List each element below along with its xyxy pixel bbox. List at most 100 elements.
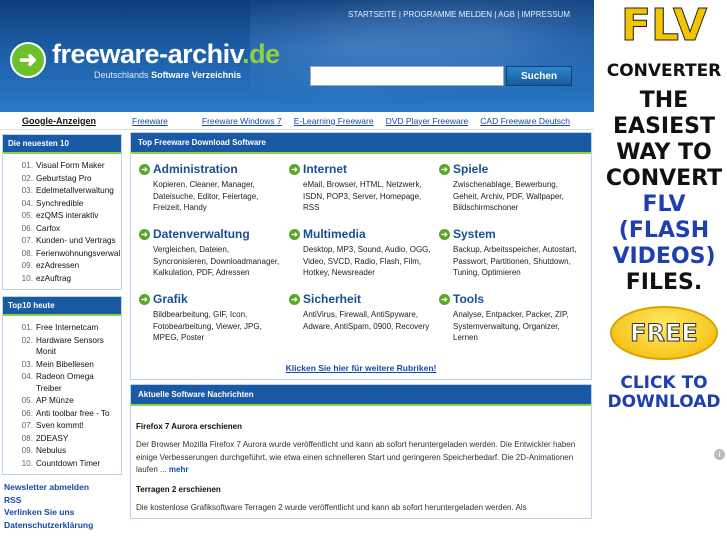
ad-link-bar: Google-Anzeigen Freeware Freeware Window… bbox=[0, 112, 594, 130]
list-item[interactable]: 02. Hardware Sensors Monit bbox=[3, 335, 121, 359]
item-number: 06. bbox=[21, 408, 33, 418]
list-item[interactable]: 07. Sven kommt! bbox=[3, 420, 121, 433]
item-number: 09. bbox=[21, 446, 33, 455]
ad-link-freeware[interactable]: Freeware bbox=[132, 116, 168, 126]
category-desc: eMail, Browser, HTML, Netzwerk, ISDN, PO… bbox=[303, 180, 422, 212]
category-title[interactable]: Grafik bbox=[153, 292, 188, 306]
list-item[interactable]: 09. Nebulus bbox=[3, 445, 121, 458]
list-item[interactable]: 01. Free Internetcam bbox=[3, 322, 121, 335]
item-link[interactable]: Kunden- und Vertrags bbox=[36, 235, 116, 248]
list-item[interactable]: 05. AP Münze bbox=[3, 395, 121, 408]
list-item[interactable]: 02. Geburtstag Pro bbox=[3, 173, 121, 186]
list-item[interactable]: 10. ezAuftrag bbox=[3, 273, 121, 286]
category-tools[interactable]: ➜ Tools Analyse, Entpacker, Packer, ZIP, S… bbox=[439, 292, 589, 357]
news-box: Aktuelle Software Nachrichten Firefox 7 … bbox=[130, 384, 592, 519]
list-item[interactable]: 08. 2DEASY bbox=[3, 433, 121, 446]
item-link[interactable]: Carfox bbox=[36, 223, 60, 236]
news-item-title[interactable]: Firefox 7 Aurora erschienen bbox=[136, 422, 586, 431]
link-to-us-link[interactable]: Verlinken Sie uns bbox=[4, 506, 120, 519]
item-link[interactable]: 2DEASY bbox=[36, 433, 68, 446]
item-link[interactable]: Ferienwohnungsverwal bbox=[36, 248, 120, 261]
item-link[interactable]: Nebulus bbox=[36, 445, 66, 458]
flv-converter-ad[interactable]: FLV CONVERTER THE EASIEST WAY TO CONVERT… bbox=[601, 0, 727, 462]
news-item-text: Der Browser Mozilla Firefox 7 Aurora wur… bbox=[136, 439, 586, 477]
site-header: STARTSEITE | PROGRAMME MELDEN | AGB | IM… bbox=[0, 0, 594, 112]
item-link[interactable]: Geburtstag Pro bbox=[36, 173, 92, 186]
news-item-body: Der Browser Mozilla Firefox 7 Aurora wur… bbox=[136, 440, 576, 474]
list-item[interactable]: 04. Synchredible bbox=[3, 198, 121, 211]
category-title[interactable]: Datenverwaltung bbox=[153, 227, 250, 241]
list-item[interactable]: 06. Anti toolbar free - To bbox=[3, 408, 121, 421]
google-ads-label[interactable]: Google-Anzeigen bbox=[0, 116, 118, 126]
list-item[interactable]: 07. Kunden- und Vertrags bbox=[3, 235, 121, 248]
item-link[interactable]: Mein Bibellesen bbox=[36, 359, 94, 372]
category-title[interactable]: Spiele bbox=[453, 162, 488, 176]
category-spiele[interactable]: ➜ Spiele Zwischenablage, Bewerbung, Geheit… bbox=[439, 162, 589, 227]
item-link[interactable]: Free Internetcam bbox=[36, 322, 98, 335]
ad-link-cad[interactable]: CAD Freeware Deutsch bbox=[480, 116, 570, 126]
category-title[interactable]: System bbox=[453, 227, 496, 241]
category-title[interactable]: Multimedia bbox=[303, 227, 366, 241]
more-rubrics-link[interactable]: Klicken Sie hier für weitere Rubriken! bbox=[286, 363, 437, 373]
item-number: 01. bbox=[21, 161, 33, 170]
privacy-link[interactable]: Datenschutzerklärung bbox=[4, 519, 120, 532]
list-item[interactable]: 09. ezAdressen bbox=[3, 260, 121, 273]
list-item[interactable]: 10. Countdown Timer bbox=[3, 458, 121, 471]
top-nav-links[interactable]: STARTSEITE | PROGRAMME MELDEN | AGB | IM… bbox=[348, 10, 570, 19]
search-input[interactable] bbox=[310, 66, 504, 86]
category-title[interactable]: Sicherheit bbox=[303, 292, 361, 306]
category-datenverwaltung[interactable]: ➜ Datenverwaltung Vergleichen, Dateien, Sy… bbox=[139, 227, 289, 292]
item-link[interactable]: Hardware Sensors Monit bbox=[36, 335, 121, 359]
item-link[interactable]: Countdown Timer bbox=[36, 458, 100, 471]
item-link[interactable]: Edelmetallverwaltung bbox=[36, 185, 114, 198]
ad-info-icon[interactable]: i bbox=[714, 449, 725, 460]
item-link[interactable]: Radeon Omega Treiber bbox=[36, 371, 121, 395]
item-number: 10. bbox=[21, 273, 33, 283]
list-item[interactable]: 08. Ferienwohnungsverwal bbox=[3, 248, 121, 261]
logo-tld: .de bbox=[242, 39, 280, 69]
item-link[interactable]: Sven kommt! bbox=[36, 420, 84, 433]
tagline-prefix: Deutschlands bbox=[94, 70, 149, 80]
arrow-icon: ➜ bbox=[289, 293, 300, 305]
category-grafik[interactable]: ➜ Grafik Bildbearbeitung, GIF, Icon, Fotob… bbox=[139, 292, 289, 357]
item-link[interactable]: AP Münze bbox=[36, 395, 74, 408]
list-item[interactable]: 06. Carfox bbox=[3, 223, 121, 236]
news-title: Aktuelle Software Nachrichten bbox=[131, 385, 591, 406]
item-link[interactable]: Visual Form Maker bbox=[36, 160, 105, 173]
category-title[interactable]: Administration bbox=[153, 162, 238, 176]
newsletter-unsubscribe-link[interactable]: Newsletter abmelden bbox=[4, 481, 120, 494]
item-link[interactable]: ezAdressen bbox=[36, 260, 79, 273]
item-link[interactable]: Anti toolbar free - To bbox=[36, 408, 110, 421]
ad-free-badge[interactable]: FREE bbox=[610, 306, 718, 360]
news-item-title[interactable]: Terragen 2 erschienen bbox=[136, 485, 586, 494]
category-sicherheit[interactable]: ➜ Sicherheit AntiVirus, Firewall, AntiSpyw… bbox=[289, 292, 439, 357]
search-button[interactable]: Suchen bbox=[506, 66, 572, 86]
list-item[interactable]: 03. Mein Bibellesen bbox=[3, 359, 121, 372]
ad-link-elearning[interactable]: E-Learning Freeware bbox=[294, 116, 374, 126]
item-link[interactable]: ezAuftrag bbox=[36, 273, 71, 286]
list-item[interactable]: 04. Radeon Omega Treiber bbox=[3, 371, 121, 395]
item-link[interactable]: Synchredible bbox=[36, 198, 83, 211]
ad-link-dvd-player[interactable]: DVD Player Freeware bbox=[386, 116, 469, 126]
arrow-icon: ➜ bbox=[439, 293, 450, 305]
site-logo[interactable]: ➜ freeware-archiv.de Deutschlands Softwa… bbox=[10, 40, 280, 80]
category-multimedia[interactable]: ➜ Multimedia Desktop, MP3, Sound, Audio, O… bbox=[289, 227, 439, 292]
more-rubrics: Klicken Sie hier für weitere Rubriken! bbox=[131, 357, 591, 379]
list-item[interactable]: 03. Edelmetallverwaltung bbox=[3, 185, 121, 198]
category-title[interactable]: Tools bbox=[453, 292, 484, 306]
ad-click-to-download[interactable]: CLICK TO DOWNLOAD bbox=[601, 374, 727, 412]
item-link[interactable]: ezQMS interaktiv bbox=[36, 210, 98, 223]
arrow-icon: ➜ bbox=[439, 228, 450, 240]
category-system[interactable]: ➜ System Backup, Arbeitsspeicher, Autostar… bbox=[439, 227, 589, 292]
ad-link-freeware-windows-7[interactable]: Freeware Windows 7 bbox=[202, 116, 282, 126]
list-item[interactable]: 05. ezQMS interaktiv bbox=[3, 210, 121, 223]
news-more-link[interactable]: mehr bbox=[169, 465, 189, 474]
category-internet[interactable]: ➜ Internet eMail, Browser, HTML, Netzwerk,… bbox=[289, 162, 439, 227]
category-administration[interactable]: ➜ Administration Kopieren, Cleaner, Manage… bbox=[139, 162, 289, 227]
rss-link[interactable]: RSS bbox=[4, 494, 120, 507]
list-item[interactable]: 01. Visual Form Maker bbox=[3, 160, 121, 173]
category-title[interactable]: Internet bbox=[303, 162, 347, 176]
top10-box: Top10 heute 01. Free Internetcam 02. Hardw… bbox=[2, 296, 122, 475]
category-desc: Bildbearbeitung, GIF, Icon, Fotobearbeit… bbox=[153, 310, 262, 342]
arrow-icon: ➜ bbox=[289, 228, 300, 240]
